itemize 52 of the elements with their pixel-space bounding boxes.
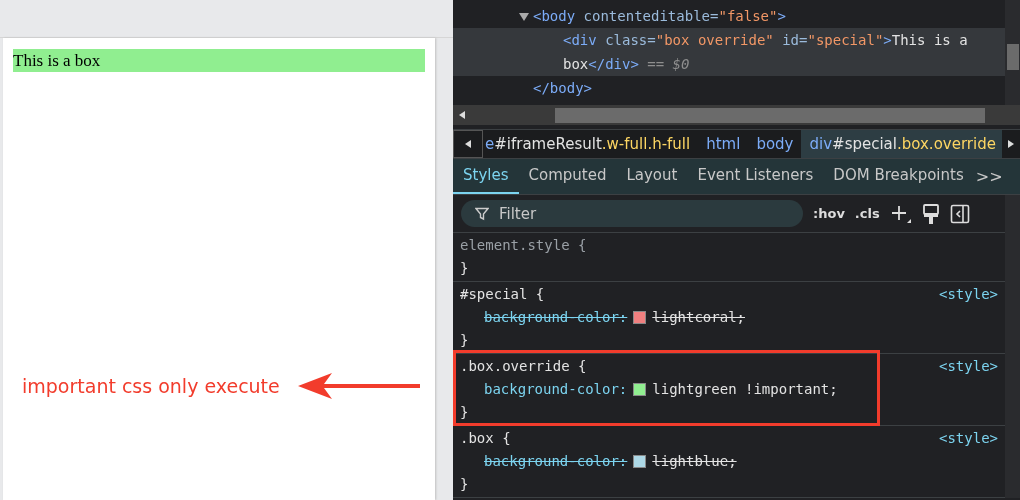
rule-selector: #special { <box>460 285 545 304</box>
source-link[interactable]: <style> <box>939 355 998 378</box>
paint-brush-icon[interactable] <box>921 202 940 225</box>
breadcrumb-item[interactable]: e#iframeResult.w-full.h-full <box>483 130 699 158</box>
annotation-text: important css only execute <box>22 374 280 399</box>
rule-close-brace: } <box>460 403 470 422</box>
vertical-scrollbar[interactable] <box>1005 0 1020 105</box>
scroll-left-icon[interactable] <box>465 140 471 148</box>
dom-line[interactable]: <body contenteditable="false"> <box>453 4 1005 28</box>
horizontal-scrollbar[interactable] <box>453 105 1020 125</box>
color-swatch[interactable] <box>633 455 647 468</box>
rule-close-brace: } <box>460 475 470 494</box>
styles-scrollbar[interactable] <box>1005 195 1020 498</box>
property-value: lightgreen !important; <box>652 380 838 399</box>
dom-line[interactable]: </body> <box>453 76 1005 100</box>
color-swatch[interactable] <box>633 311 647 324</box>
rule-selector: .box { <box>460 429 511 448</box>
dom-line: box</div> == $0 <box>563 55 691 74</box>
breadcrumb-item[interactable]: body <box>748 130 802 158</box>
toolbar-toggle[interactable]: .cls <box>854 203 880 224</box>
breadcrumb-item[interactable]: div#special.box.override <box>801 130 1002 158</box>
toolbar-toggle[interactable]: :hov <box>813 203 845 224</box>
scroll-right-icon[interactable] <box>1008 140 1014 148</box>
property-name: background-color: <box>484 380 628 399</box>
rule-selector: element.style { <box>460 236 587 255</box>
breadcrumb-item[interactable]: html <box>698 130 749 158</box>
more-tabs-button[interactable]: >> <box>973 159 1005 194</box>
property-name: background-color: <box>484 452 628 471</box>
sidebar-toggle-icon[interactable] <box>949 203 970 224</box>
scroll-left-icon[interactable] <box>459 111 465 119</box>
panel-tab[interactable]: Computed <box>518 159 617 194</box>
panel-tab[interactable]: Layout <box>616 159 688 194</box>
source-link[interactable]: <style> <box>939 283 998 306</box>
color-swatch[interactable] <box>633 383 647 396</box>
filter-field[interactable]: Filter <box>461 200 803 227</box>
panel-tab[interactable]: DOM Breakpoints <box>823 159 974 194</box>
property-value: lightblue; <box>652 452 737 471</box>
text-box: This is a box <box>13 49 425 72</box>
arrow-icon <box>297 373 420 400</box>
dom-line: <div class="box override" id="special">This is a <box>563 31 969 50</box>
dom-node[interactable]: <div class="box override" id="special">This is a box</div> == $0 <box>453 28 1005 76</box>
panel-tab[interactable]: Styles <box>453 159 519 194</box>
breadcrumb-scroll-left[interactable] <box>453 130 483 158</box>
property-name: background-color: <box>484 308 628 327</box>
add-icon[interactable] <box>889 203 912 224</box>
rule-close-brace: } <box>460 331 470 350</box>
property-value: lightcoral; <box>652 308 745 327</box>
panel-tab[interactable]: Event Listeners <box>687 159 824 194</box>
expanded-caret-icon[interactable] <box>519 12 529 22</box>
source-link[interactable]: <style> <box>939 427 998 450</box>
rule-selector: .box.override { <box>460 357 587 376</box>
rule-close-brace: } <box>460 259 470 278</box>
